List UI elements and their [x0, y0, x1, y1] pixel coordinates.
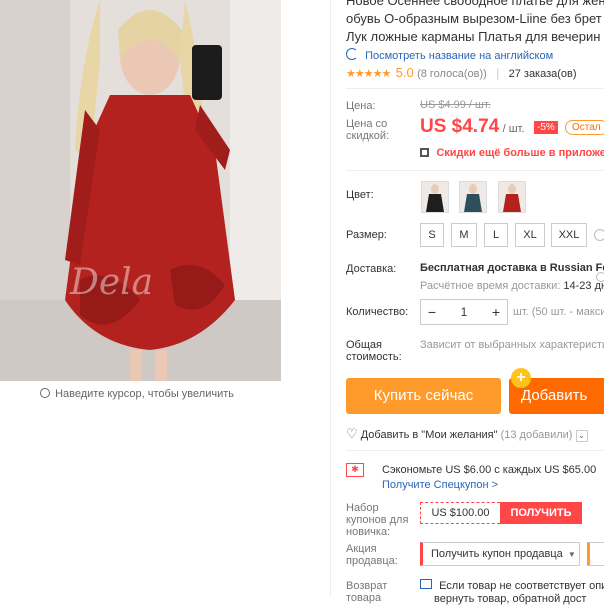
current-price: US $4.74 [420, 116, 500, 137]
buy-now-button[interactable]: Купить сейчас [346, 378, 501, 414]
size-option-l[interactable]: L [484, 223, 508, 247]
separator: | [496, 66, 500, 80]
quantity-label: Количество: [346, 306, 409, 318]
return-policy: Если товар не соответствует опис [420, 579, 604, 592]
seller-coupon-option-2[interactable] [587, 542, 604, 566]
size-option-xxl[interactable]: XXL [551, 223, 587, 247]
wishlist-count: (13 добавили) [500, 429, 573, 441]
product-photo-illustration [0, 0, 281, 381]
divider [346, 170, 604, 171]
seller-coupon-select[interactable]: Получить купон продавца ▼ [420, 542, 580, 566]
shipping-value[interactable]: Бесплатная доставка в Russian Fed [420, 262, 604, 274]
heart-icon: ♡ [346, 426, 358, 441]
watermark: Dela [70, 262, 154, 303]
discount-badge: -5% [534, 121, 558, 134]
discount-price-label: Цена со скидкой: [346, 118, 390, 142]
quantity-input[interactable]: 1 [443, 300, 485, 324]
delivery-time-value: 14-23 дн [563, 280, 604, 292]
total-label-line: стоимость: [346, 351, 402, 363]
add-to-wishlist[interactable]: ♡ Добавить в "Мои желания" (13 добавили)… [346, 426, 588, 442]
get-coupon-link[interactable]: Получите Спецкупон > [382, 479, 498, 491]
translate-link-text: Посмотреть название на английском [365, 50, 554, 62]
star-rating-icon: ★★★★★ [346, 68, 391, 80]
color-swatch-red[interactable] [498, 181, 526, 213]
return-icon [420, 579, 432, 589]
swatch-black-image [422, 182, 448, 212]
add-to-cart-badge-icon: + [511, 368, 531, 388]
old-price: US $4.99 / шт. [420, 99, 491, 111]
newbie-label-line: новичка: [346, 526, 391, 538]
orders-count: 27 заказа(ов) [508, 68, 577, 80]
total-value: Зависит от выбранных характеристи [420, 339, 604, 351]
swatch-red-image [499, 182, 525, 212]
newbie-coupon-label: Набор купонов для новичка: [346, 502, 408, 538]
app-promo-text: Скидки ещё больше в приложени [436, 147, 604, 159]
chevron-down-icon[interactable]: ⌄ [575, 430, 588, 442]
newbie-coupon-value: US $100.00 [420, 502, 500, 524]
price-unit: / шт. [502, 123, 525, 135]
color-label: Цвет: [346, 189, 374, 201]
return-policy-text: Если товар не соответствует опис [439, 580, 604, 592]
divider [346, 450, 604, 451]
wishlist-text: Добавить в "Мои желания" [360, 429, 498, 441]
color-swatch-black[interactable] [421, 181, 449, 213]
product-title: Новое Осеннее свободное платье для жен о… [346, 0, 604, 46]
return-label-line: товара [346, 592, 382, 604]
stock-info: шт. (50 шт. - макси [513, 306, 604, 318]
seller-label-line: продавца: [346, 555, 398, 567]
newbie-label-line: Набор [346, 502, 379, 514]
delivery-time: Расчётное время доставки: 14-23 дн [420, 280, 604, 292]
newbie-label-line: купонов для [346, 514, 409, 526]
size-option-s[interactable]: S [420, 223, 444, 247]
product-main-image[interactable]: Dela [0, 0, 281, 381]
swatch-teal-image [460, 182, 486, 212]
size-option-xl[interactable]: XL [515, 223, 545, 247]
column-divider [330, 0, 331, 597]
return-policy-line-2: вернуть товар, обратной дост [434, 593, 587, 605]
price-label: Цена: [346, 100, 376, 112]
size-option-m[interactable]: M [451, 223, 477, 247]
translate-icon [346, 48, 358, 60]
app-promo[interactable]: Скидки ещё больше в приложени [420, 145, 604, 159]
title-line: обувь О-образным вырезом-Liine без брет [346, 11, 602, 26]
seller-coupon-select-text: Получить купон продавца [431, 548, 563, 560]
shipping-label: Доставка: [346, 263, 397, 275]
quantity-decrease-button[interactable]: − [421, 300, 443, 324]
help-icon[interactable] [594, 229, 604, 241]
seller-promo-label: Акция продавца: [346, 543, 398, 567]
total-label-line: Общая [346, 339, 382, 351]
color-swatch-teal[interactable] [459, 181, 487, 213]
zoom-hint-text: Наведите курсор, чтобы увеличить [55, 388, 234, 400]
return-label-line: Возврат [346, 580, 388, 592]
quantity-stepper: − 1 + [420, 299, 508, 325]
info-icon[interactable] [596, 272, 604, 282]
quantity-increase-button[interactable]: + [485, 300, 507, 324]
title-line: Новое Осеннее свободное платье для жен [346, 0, 604, 8]
rating-row: ★★★★★ 5.0 (8 голоса(ов)) | 27 заказа(ов) [346, 65, 577, 80]
save-promo-text: Сэкономьте US $6.00 с каждых US $65.00 [382, 464, 597, 476]
divider [346, 88, 604, 89]
qr-code-icon [420, 148, 429, 157]
total-label: Общая стоимость: [346, 339, 402, 363]
seller-label-line: Акция [346, 543, 377, 555]
zoom-hint: Наведите курсор, чтобы увеличить [40, 387, 234, 400]
get-newbie-coupon-button[interactable]: ПОЛУЧИТЬ [500, 502, 582, 524]
title-line: Лук ложные карманы Платья для вечерин [346, 29, 601, 44]
magnifier-icon [40, 388, 50, 398]
rating-value: 5.0 [395, 65, 414, 80]
caret-down-icon: ▼ [567, 550, 576, 559]
time-left-badge: Остал [565, 120, 604, 135]
delivery-time-label: Расчётное время доставки: [420, 280, 561, 292]
coupon-ticket-icon: ✱ [346, 463, 364, 477]
translate-title-link[interactable]: Посмотреть название на английском [346, 47, 553, 62]
size-label: Размер: [346, 229, 387, 241]
current-price-row: US $4.74 / шт. [420, 116, 524, 138]
votes-link[interactable]: (8 голоса(ов)) [417, 68, 487, 80]
return-label: Возврат товара [346, 580, 387, 604]
